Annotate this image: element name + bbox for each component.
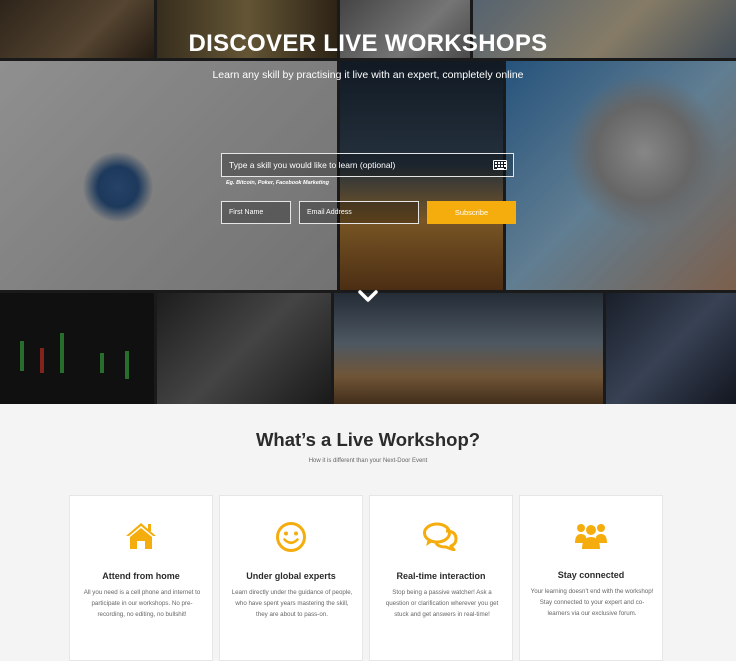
- smile-icon: [276, 522, 306, 552]
- email-field[interactable]: Email Address: [299, 201, 419, 224]
- feature-card-global-experts: Under global experts Learn directly unde…: [219, 495, 363, 661]
- email-placeholder: Email Address: [307, 209, 352, 216]
- home-icon: [126, 523, 156, 549]
- hero-section: DISCOVER LIVE WORKSHOPS Learn any skill …: [0, 0, 736, 404]
- section-subtitle: How it is different than your Next-Door …: [308, 458, 428, 464]
- section-title: What’s a Live Workshop?: [255, 429, 481, 450]
- card-title: Attend from home: [102, 571, 180, 581]
- skill-input[interactable]: Type a skill you would like to learn (op…: [221, 153, 514, 177]
- card-text: Stop being a passive watcher! Ask a ques…: [385, 589, 499, 618]
- hero-subtitle: Learn any skill by practising it live wi…: [212, 69, 524, 81]
- skill-input-placeholder: Type a skill you would like to learn (op…: [229, 160, 396, 170]
- feature-card-attend-from-home: Attend from home All you need is a cell …: [69, 495, 213, 661]
- first-name-placeholder: First Name: [229, 209, 264, 216]
- first-name-field[interactable]: First Name: [221, 201, 291, 224]
- chat-icon: [423, 522, 458, 552]
- card-text: All you need is a cell phone and interne…: [83, 589, 201, 618]
- feature-card-real-time-interaction: Real-time interaction Stop being a passi…: [369, 495, 513, 661]
- hero-title: DISCOVER LIVE WORKSHOPS: [188, 30, 548, 57]
- card-title: Real-time interaction: [396, 571, 486, 581]
- feature-card-stay-connected: Stay connected Your learning doesn't end…: [519, 495, 663, 661]
- chevron-down-icon[interactable]: [358, 289, 378, 303]
- card-title: Under global experts: [246, 571, 336, 581]
- card-text: Learn directly under the guidance of peo…: [231, 589, 353, 618]
- card-title: Stay connected: [557, 570, 625, 580]
- skill-hint: Eg. Bitcoin, Poker, Facebook Marketing: [226, 180, 329, 186]
- card-text: Your learning doesn't end with the works…: [530, 588, 654, 617]
- keyboard-icon[interactable]: [493, 160, 507, 170]
- subscribe-button[interactable]: Subscribe: [427, 201, 516, 224]
- users-icon: [575, 524, 607, 549]
